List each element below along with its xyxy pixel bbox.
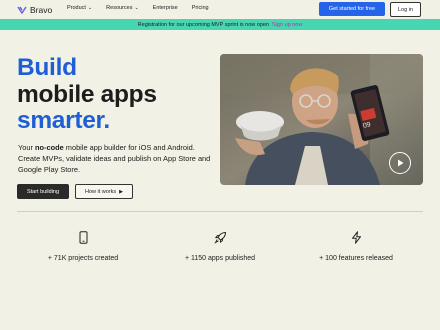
top-nav: Bravo Product ⌄ Resources ⌄ Enterprise Pri… xyxy=(0,0,440,18)
section-divider xyxy=(17,211,423,212)
get-started-button[interactable]: Get started for free xyxy=(319,2,385,16)
feature-releases: + 100 features released xyxy=(296,230,416,262)
feature-apps-label: + 1150 apps published xyxy=(184,255,256,262)
hero-title: Build mobile apps smarter. xyxy=(17,54,157,135)
logo[interactable]: Bravo xyxy=(17,4,52,16)
play-icon: ▶ xyxy=(119,188,124,195)
logo-text: Bravo xyxy=(30,5,53,15)
start-building-button[interactable]: Start building xyxy=(17,184,69,199)
nav-item-enterprise[interactable]: Enterprise xyxy=(153,5,178,11)
chevron-down-icon: ⌄ xyxy=(134,5,139,11)
chevron-down-icon: ⌄ xyxy=(87,5,93,11)
login-button[interactable]: Log in xyxy=(390,2,421,17)
hero-description-bold: no-code xyxy=(35,143,64,152)
nav-item-product[interactable]: Product ⌄ xyxy=(67,5,92,11)
hero-title-line3: smarter. xyxy=(17,107,110,134)
nav-item-resources[interactable]: Resources ⌄ xyxy=(106,5,139,11)
rocket-icon xyxy=(160,230,280,244)
how-it-works-button[interactable]: How it works ▶ xyxy=(75,184,133,199)
feature-releases-label: + 100 features released xyxy=(319,255,393,262)
lightning-icon xyxy=(296,230,416,244)
video-play-button[interactable] xyxy=(389,152,411,174)
hero-title-line2: mobile apps xyxy=(17,80,157,108)
banner-text: Registration for our upcoming MVP sprint… xyxy=(137,21,270,28)
feature-projects-label: + 71K projects created xyxy=(47,255,119,262)
phone-icon xyxy=(23,230,143,244)
play-icon xyxy=(398,159,404,167)
feature-apps: + 1150 apps published xyxy=(160,230,280,262)
announcement-banner: Registration for our upcoming MVP sprint… xyxy=(0,19,440,30)
bravo-logo-icon xyxy=(17,6,27,15)
hero-description: Your no-code mobile app builder for iOS … xyxy=(18,143,211,175)
nav-item-pricing[interactable]: Pricing xyxy=(192,5,209,11)
hero-title-line1: Build xyxy=(17,54,77,81)
banner-signup-link[interactable]: Sign up now xyxy=(272,22,302,28)
feature-projects: + 71K projects created xyxy=(23,230,143,262)
nav-links: Product ⌄ Resources ⌄ Enterprise Pricing xyxy=(67,5,223,11)
